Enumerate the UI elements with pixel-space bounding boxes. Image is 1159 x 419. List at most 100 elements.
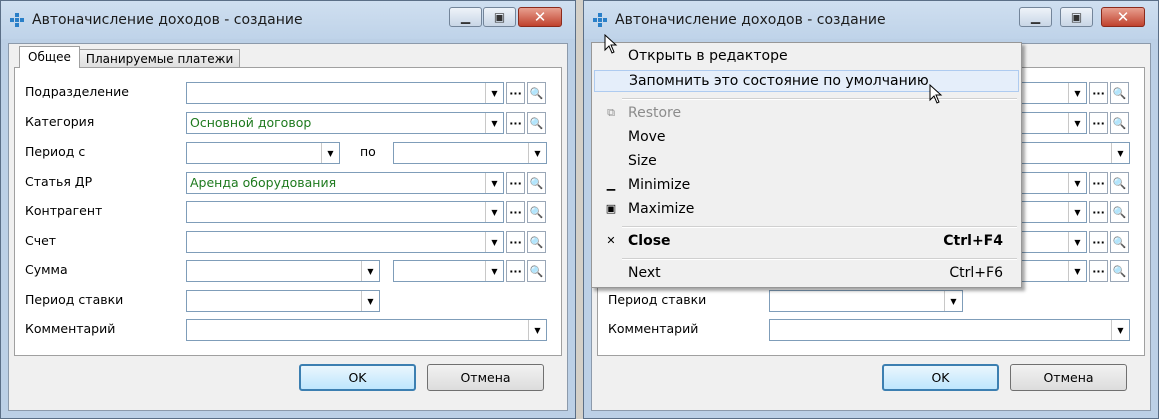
chevron-down-icon[interactable]: ▼	[1068, 232, 1086, 252]
period-to-field[interactable]: ▼	[393, 142, 547, 164]
chevron-down-icon[interactable]: ▼	[1111, 143, 1129, 163]
menu-item-size[interactable]: Size	[594, 151, 1019, 173]
chevron-down-icon[interactable]: ▼	[528, 320, 546, 340]
mouse-cursor-icon	[604, 34, 618, 54]
restore-icon: ⧉	[607, 106, 615, 119]
client-area: Общее Планируемые платежи Подразделение …	[8, 43, 568, 411]
dialog-window: Автоначисление доходов - создание ▁ ▣ ✕ …	[0, 0, 576, 419]
cancel-button[interactable]: Отмена	[427, 364, 544, 391]
magnifier-icon: 🔍	[527, 82, 546, 104]
chevron-down-icon[interactable]: ▼	[944, 291, 962, 311]
subdivision-browse-button[interactable]: ···	[1089, 82, 1108, 104]
chevron-down-icon[interactable]: ▼	[1068, 83, 1086, 103]
close-button[interactable]: ✕	[1101, 7, 1145, 27]
period-from-label: Период с	[25, 144, 86, 159]
app-icon[interactable]	[593, 13, 608, 28]
chevron-down-icon[interactable]: ▼	[361, 261, 379, 281]
chevron-down-icon[interactable]: ▼	[1111, 320, 1129, 340]
subdivision-label: Подразделение	[25, 84, 129, 99]
chevron-down-icon[interactable]: ▼	[485, 173, 503, 193]
close-icon: ✕	[1116, 8, 1130, 26]
chevron-down-icon[interactable]: ▼	[361, 291, 379, 311]
chevron-down-icon[interactable]: ▼	[485, 202, 503, 222]
chevron-down-icon[interactable]: ▼	[1068, 202, 1086, 222]
minimize-icon: ▁	[460, 10, 471, 24]
comment-field[interactable]: ▼	[186, 319, 547, 341]
menu-item-open-in-editor[interactable]: Открыть в редакторе	[594, 46, 1019, 68]
minimize-button[interactable]: ▁	[1019, 7, 1052, 27]
period-from-field[interactable]: ▼	[186, 142, 340, 164]
close-icon: ✕	[606, 234, 616, 247]
minimize-icon: ▁	[1030, 10, 1041, 24]
ok-button[interactable]: OK	[299, 364, 416, 391]
maximize-button[interactable]: ▣	[1060, 7, 1093, 27]
close-shortcut: Ctrl+F4	[943, 233, 1003, 249]
chevron-down-icon[interactable]: ▼	[485, 261, 503, 281]
app-icon[interactable]	[10, 13, 25, 28]
tab-general[interactable]: Общее	[19, 46, 80, 68]
tab-planned-payments[interactable]: Планируемые платежи	[78, 49, 241, 68]
ok-button[interactable]: OK	[882, 364, 999, 391]
form-panel: Подразделение ▼ ··· 🔍 Категория Основной…	[14, 67, 562, 356]
menu-separator	[622, 258, 1017, 260]
magnifier-icon: 🔍	[527, 231, 546, 253]
rate-period-field[interactable]: ▼	[186, 290, 380, 312]
close-icon: ✕	[533, 8, 547, 26]
magnifier-icon: 🔍	[1110, 201, 1129, 223]
menu-item-close[interactable]: ✕ Close Ctrl+F4	[594, 231, 1019, 253]
close-button[interactable]: ✕	[518, 7, 562, 27]
maximize-icon: ▣	[493, 10, 506, 24]
chevron-down-icon[interactable]: ▼	[1068, 113, 1086, 133]
menu-item-move[interactable]: Move	[594, 127, 1019, 149]
account-field[interactable]: ▼	[186, 231, 504, 253]
category-browse-button[interactable]: ···	[506, 112, 525, 134]
amount-browse-button[interactable]: ···	[1089, 260, 1108, 282]
article-field[interactable]: Аренда оборудования ▼	[186, 172, 504, 194]
contractor-browse-button[interactable]: ···	[1089, 201, 1108, 223]
article-browse-button[interactable]: ···	[506, 172, 525, 194]
menu-item-minimize[interactable]: ▁ Minimize	[594, 175, 1019, 197]
comment-label: Комментарий	[608, 321, 699, 336]
magnifier-icon: 🔍	[1110, 231, 1129, 253]
window-title: Автоначисление доходов - создание	[32, 12, 303, 28]
chevron-down-icon[interactable]: ▼	[1068, 173, 1086, 193]
maximize-button[interactable]: ▣	[483, 7, 516, 27]
chevron-down-icon[interactable]: ▼	[1068, 261, 1086, 281]
magnifier-icon[interactable]: 🔍	[1110, 172, 1129, 194]
account-browse-button[interactable]: ···	[1089, 231, 1108, 253]
contractor-browse-button[interactable]: ···	[506, 201, 525, 223]
cancel-button[interactable]: Отмена	[1010, 364, 1127, 391]
chevron-down-icon[interactable]: ▼	[485, 83, 503, 103]
magnifier-icon[interactable]: 🔍	[1110, 112, 1129, 134]
category-field[interactable]: Основной договор ▼	[186, 112, 504, 134]
account-browse-button[interactable]: ···	[506, 231, 525, 253]
category-browse-button[interactable]: ···	[1089, 112, 1108, 134]
magnifier-icon[interactable]: 🔍	[527, 172, 546, 194]
currency-field[interactable]: ▼	[393, 260, 504, 282]
chevron-down-icon[interactable]: ▼	[485, 232, 503, 252]
magnifier-icon[interactable]: 🔍	[527, 112, 546, 134]
maximize-icon: ▣	[1070, 10, 1083, 24]
article-browse-button[interactable]: ···	[1089, 172, 1108, 194]
magnifier-icon: 🔍	[1110, 82, 1129, 104]
title-bar[interactable]: Автоначисление доходов - создание ▁ ▣ ✕	[584, 1, 1158, 39]
minimize-button[interactable]: ▁	[449, 7, 482, 27]
chevron-down-icon[interactable]: ▼	[321, 143, 339, 163]
subdivision-browse-button[interactable]: ···	[506, 82, 525, 104]
tab-strip: Общее Планируемые платежи	[19, 46, 241, 68]
chevron-down-icon[interactable]: ▼	[528, 143, 546, 163]
menu-item-maximize[interactable]: ▣ Maximize	[594, 199, 1019, 221]
title-bar[interactable]: Автоначисление доходов - создание ▁ ▣ ✕	[1, 1, 575, 39]
next-shortcut: Ctrl+F6	[949, 265, 1003, 281]
chevron-down-icon[interactable]: ▼	[485, 113, 503, 133]
amount-field[interactable]: ▼	[186, 260, 380, 282]
amount-browse-button[interactable]: ···	[506, 260, 525, 282]
menu-item-next[interactable]: Next Ctrl+F6	[594, 263, 1019, 285]
subdivision-field[interactable]: ▼	[186, 82, 504, 104]
rate-period-field[interactable]: ▼	[769, 290, 963, 312]
menu-item-restore: ⧉ Restore	[594, 103, 1019, 125]
contractor-field[interactable]: ▼	[186, 201, 504, 223]
mouse-cursor-icon	[929, 84, 943, 104]
comment-field[interactable]: ▼	[769, 319, 1130, 341]
menu-item-remember-state[interactable]: Запомнить это состояние по умолчанию	[594, 70, 1019, 92]
